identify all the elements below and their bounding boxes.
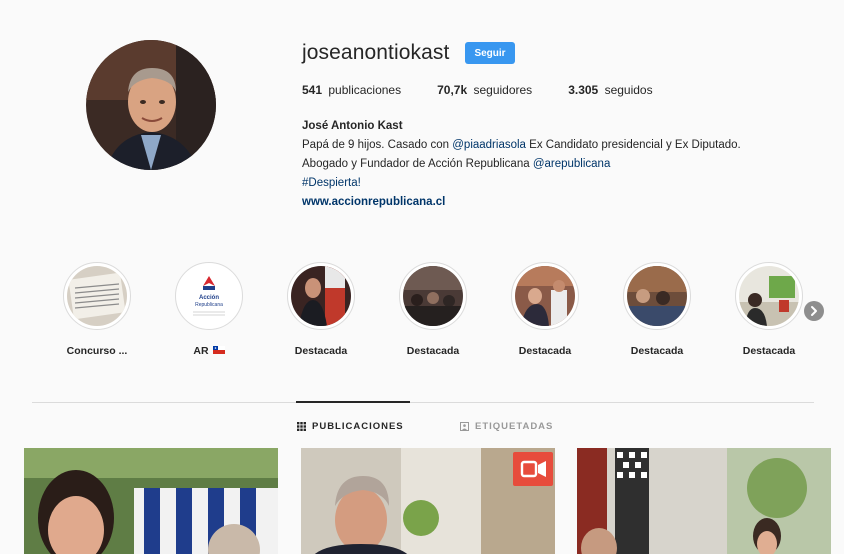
highlight-item[interactable]: Destacada [612, 262, 702, 357]
post-thumbnail[interactable] [577, 448, 831, 554]
mention-link-party[interactable]: @arepublicana [533, 158, 611, 170]
highlight-label: Destacada [294, 345, 348, 357]
highlight-label: Destacada [406, 345, 460, 357]
full-name: José Antonio Kast [302, 120, 403, 132]
bio-text: Papá de 9 hijos. Casado con @piaadriasol… [302, 136, 782, 193]
tagged-icon [460, 422, 469, 431]
follow-button[interactable]: Seguir [465, 42, 515, 64]
tab-tagged-label: ETIQUETADAS [475, 421, 554, 432]
following-stat[interactable]: 3.305 seguidos [568, 83, 652, 97]
tab-tagged[interactable]: ETIQUETADAS [460, 421, 553, 432]
highlight-item[interactable]: Destacada [276, 262, 366, 357]
avatar-photo [86, 40, 216, 170]
highlight-ring [511, 262, 579, 330]
hashtag-link[interactable]: #Despierta! [302, 177, 361, 189]
website-link[interactable]: www.accionrepublicana.cl [302, 196, 445, 208]
username: joseanontiokast [302, 41, 450, 64]
highlight-item[interactable]: Destacada [388, 262, 478, 357]
mention-link-wife[interactable]: @piaadriasola [452, 139, 526, 151]
indoor-photo-icon [739, 266, 799, 326]
chile-flag-icon [212, 346, 225, 355]
chevron-right-icon [811, 306, 817, 316]
post-thumbnail[interactable] [24, 448, 278, 554]
grid-icon [297, 422, 306, 431]
profile-avatar[interactable] [86, 40, 216, 170]
highlight-label: Concurso ... [66, 345, 128, 357]
post-thumbnail-video[interactable] [301, 448, 555, 554]
igtv-icon [520, 460, 546, 478]
followers-count: 70,7k [437, 83, 468, 97]
profile-info: joseanontiokast Seguir 541 publicaciones… [302, 40, 802, 212]
highlight-ring [287, 262, 355, 330]
highlight-label-with-flag: AR [164, 345, 254, 357]
posts-label: publicaciones [328, 83, 402, 97]
post-photo-outdoor [577, 448, 831, 554]
highlight-label: AR [193, 345, 209, 357]
crowd-photo-icon [627, 266, 687, 326]
highlight-ring [63, 262, 131, 330]
highlight-label: Destacada [630, 345, 684, 357]
highlight-ring [399, 262, 467, 330]
tabs-divider [32, 402, 814, 403]
profile-stats: 541 publicaciones 70,7k seguidores 3.305… [302, 83, 802, 97]
followers-label: seguidores [473, 83, 533, 97]
logo-line-2: Republicana [195, 302, 223, 308]
logo-line-1: Acción [199, 295, 219, 301]
tab-posts[interactable]: PUBLICACIONES [297, 421, 404, 432]
tab-posts-label: PUBLICACIONES [312, 421, 404, 432]
highlight-ring: Acción Republicana [175, 262, 243, 330]
highlight-label: Destacada [742, 345, 796, 357]
following-count: 3.305 [568, 83, 599, 97]
highlight-label: Destacada [518, 345, 572, 357]
story-highlights: Concurso ... Acción Republicana AR Desta… [40, 262, 820, 362]
post-photo-woman [24, 448, 278, 554]
video-badge [513, 452, 553, 486]
followers-stat[interactable]: 70,7k seguidores [437, 83, 532, 97]
following-label: seguidos [604, 83, 653, 97]
highlight-item[interactable]: Acción Republicana AR [164, 262, 254, 357]
accion-republicana-logo-icon: Acción Republicana [179, 266, 239, 326]
username-row: joseanontiokast Seguir [302, 40, 802, 66]
highlights-next-button[interactable] [804, 301, 824, 321]
highlight-ring [735, 262, 803, 330]
bio-part-1: Papá de 9 hijos. Casado con [302, 139, 453, 151]
highlight-ring [623, 262, 691, 330]
profile-bio: José Antonio Kast Papá de 9 hijos. Casad… [302, 117, 782, 212]
highlight-item[interactable]: Destacada [500, 262, 590, 357]
active-tab-indicator [296, 401, 410, 403]
meeting-photo-icon [515, 266, 575, 326]
highlight-item[interactable]: Destacada [724, 262, 814, 357]
speaker-flag-photo-icon [291, 266, 351, 326]
instagram-profile-page: joseanontiokast Seguir 541 publicaciones… [0, 0, 844, 554]
document-thumbnail-icon [67, 266, 127, 326]
audience-photo-icon [403, 266, 463, 326]
highlight-item[interactable]: Concurso ... [52, 262, 142, 357]
posts-count-stat: 541 publicaciones [302, 83, 401, 97]
posts-count: 541 [302, 83, 323, 97]
